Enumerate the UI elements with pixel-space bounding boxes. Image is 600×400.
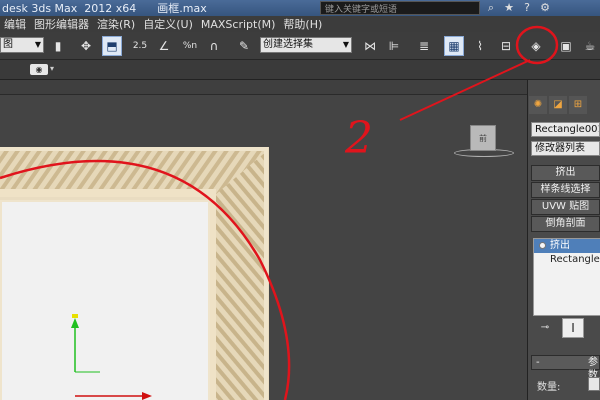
annotation-circle-arc — [0, 159, 291, 400]
annotation-arrow-line — [399, 59, 531, 121]
step-number: 2 — [344, 113, 373, 164]
highlight-circle — [515, 25, 559, 65]
annotation-overlay: 2 — [0, 25, 559, 400]
